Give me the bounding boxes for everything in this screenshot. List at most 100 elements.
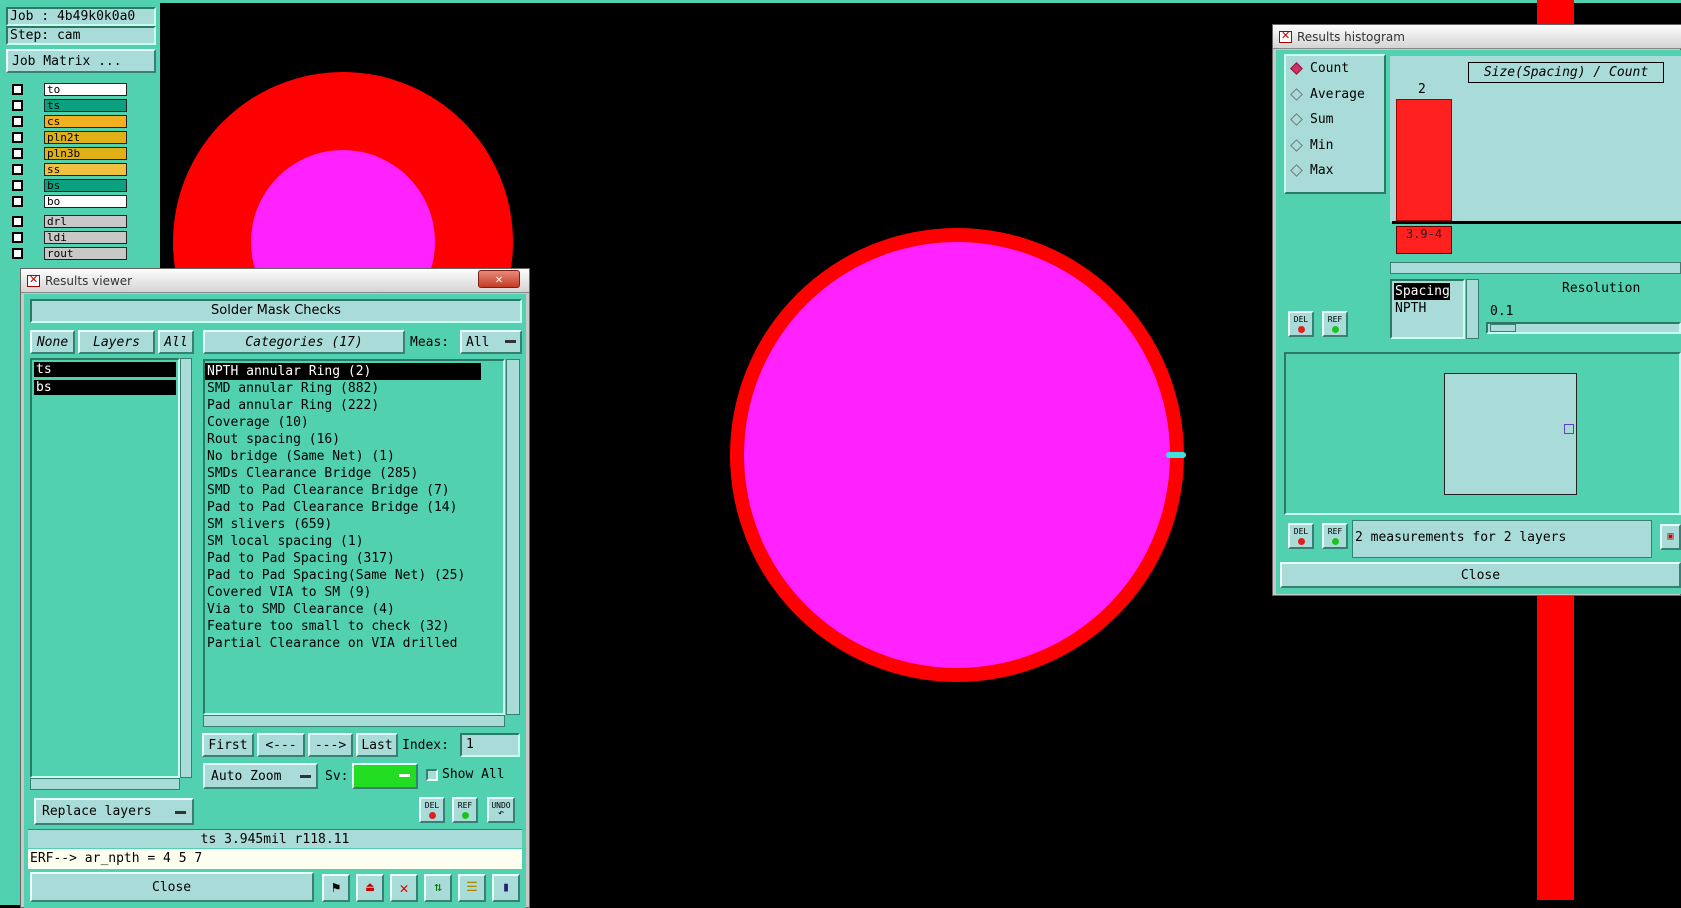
exit-icon[interactable]: ⏏ <box>356 874 384 902</box>
first-button[interactable]: First <box>202 733 254 757</box>
category-list-hscroll[interactable] <box>203 715 505 727</box>
attribute-item[interactable]: Spacing <box>1394 283 1450 300</box>
selected-layer-item[interactable]: bs <box>34 380 176 395</box>
category-item[interactable]: NPTH annular Ring (2) <box>205 363 481 380</box>
category-item[interactable]: SM slivers (659) <box>205 516 503 533</box>
layer-row-pln2t[interactable]: pln2t <box>44 131 127 144</box>
auto-zoom-dropdown[interactable]: Auto Zoom <box>203 763 318 789</box>
layer-checkbox[interactable] <box>12 148 23 159</box>
ref-button[interactable]: REF <box>452 797 478 823</box>
close-window-icon[interactable]: ✕ <box>478 270 520 288</box>
category-item[interactable]: SMD annular Ring (882) <box>205 380 503 397</box>
flag-icon[interactable]: ⚑ <box>322 874 350 902</box>
layer-checkbox[interactable] <box>12 196 23 207</box>
layer-row-rout[interactable]: rout <box>44 247 127 260</box>
job-matrix-button[interactable]: Job Matrix ... <box>6 49 156 73</box>
layer-row-ss[interactable]: ss <box>44 163 127 176</box>
layer-checkbox[interactable] <box>12 216 23 227</box>
category-item[interactable]: Pad to Pad Spacing (317) <box>205 550 503 567</box>
layer-checkbox[interactable] <box>12 232 23 243</box>
mode-radio-average[interactable]: Average <box>1290 87 1365 102</box>
layer-checkbox[interactable] <box>12 100 23 111</box>
mode-radio-max[interactable]: Max <box>1290 163 1333 178</box>
mode-label: Min <box>1310 137 1334 153</box>
layer-list-vscroll[interactable] <box>180 358 192 778</box>
resolution-slider[interactable] <box>1486 322 1681 334</box>
histogram-close-button[interactable]: Close <box>1280 562 1681 588</box>
layer-row-drl[interactable]: drl <box>44 215 127 228</box>
none-button[interactable]: None <box>30 330 75 354</box>
layer-row-bo[interactable]: bo <box>44 195 127 208</box>
category-item[interactable]: SMD to Pad Clearance Bridge (7) <box>205 482 503 499</box>
layer-checkbox[interactable] <box>12 180 23 191</box>
category-item[interactable]: Pad to Pad Spacing(Same Net) (25) <box>205 567 503 584</box>
histogram-icon[interactable]: ▮ <box>492 874 520 902</box>
prev-button[interactable]: <--- <box>257 733 305 757</box>
bar-category-label[interactable]: 3.9-4 <box>1396 226 1452 254</box>
layer-checkbox[interactable] <box>12 132 23 143</box>
hist-del-button-2[interactable]: DEL <box>1288 523 1314 549</box>
category-item[interactable]: Pad to Pad Clearance Bridge (14) <box>205 499 503 516</box>
slider-thumb[interactable] <box>1490 324 1516 332</box>
last-button[interactable]: Last <box>356 733 398 757</box>
hist-ref-button-2[interactable]: REF <box>1322 523 1348 549</box>
layer-checkbox[interactable] <box>12 164 23 175</box>
histogram-bar[interactable] <box>1396 99 1452 221</box>
attribute-item[interactable]: NPTH <box>1394 300 1450 317</box>
layers-button[interactable]: Layers <box>78 330 155 354</box>
layer-checkbox[interactable] <box>12 116 23 127</box>
red-dot-icon <box>1297 537 1305 545</box>
preview-box[interactable] <box>1444 373 1577 495</box>
no-grid-icon[interactable]: ✕ <box>390 874 418 902</box>
npth-pad-inner <box>744 242 1170 668</box>
chart-hscroll[interactable] <box>1390 262 1681 274</box>
category-item[interactable]: SM local spacing (1) <box>205 533 503 550</box>
mode-radio-count[interactable]: Count <box>1290 61 1349 76</box>
category-item[interactable]: Pad annular Ring (222) <box>205 397 503 414</box>
mode-radio-min[interactable]: Min <box>1290 137 1334 153</box>
layer-row-bs[interactable]: bs <box>44 179 127 192</box>
selected-layer-item[interactable]: ts <box>34 362 176 377</box>
export-icon[interactable]: ▣ <box>1660 524 1681 550</box>
status-bar: ts 3.945mil r118.11 <box>28 829 522 848</box>
show-all-checkbox[interactable] <box>426 769 438 781</box>
category-item[interactable]: Covered VIA to SM (9) <box>205 584 503 601</box>
layer-select-list[interactable] <box>30 358 180 778</box>
histogram-titlebar[interactable]: Results histogram <box>1273 25 1681 49</box>
replace-layers-dropdown[interactable]: Replace layers <box>34 798 194 825</box>
all-layers-button[interactable]: All <box>158 330 194 354</box>
undo-button[interactable]: UNDO ↶ <box>487 797 515 823</box>
layer-list-hscroll[interactable] <box>30 778 180 790</box>
meas-dropdown[interactable]: All <box>460 330 522 354</box>
layer-checkbox[interactable] <box>12 248 23 259</box>
hist-del-button[interactable]: DEL <box>1288 311 1314 337</box>
hist-ref-button[interactable]: REF <box>1322 311 1348 337</box>
category-item[interactable]: No bridge (Same Net) (1) <box>205 448 503 465</box>
category-item[interactable]: Via to SMD Clearance (4) <box>205 601 503 618</box>
category-item[interactable]: Feature too small to check (32) <box>205 618 503 635</box>
layer-row-cs[interactable]: cs <box>44 115 127 128</box>
categories-button[interactable]: Categories (17) <box>203 330 405 354</box>
sv-color-dropdown[interactable] <box>352 763 418 789</box>
layer-row-ts[interactable]: ts <box>44 99 127 112</box>
results-viewer-titlebar[interactable]: Results viewer <box>21 269 529 293</box>
layer-row-to[interactable]: to <box>44 83 127 96</box>
mode-radio-sum[interactable]: Sum <box>1290 112 1333 127</box>
del-button[interactable]: DEL <box>419 797 445 823</box>
index-input[interactable]: 1 <box>460 733 520 757</box>
category-item[interactable]: Partial Clearance on VIA drilled <box>205 635 503 652</box>
attribute-vscroll[interactable] <box>1466 279 1479 339</box>
category-list-vscroll[interactable] <box>506 359 520 715</box>
category-item[interactable]: SMDs Clearance Bridge (285) <box>205 465 503 482</box>
layer-row-pln3b[interactable]: pln3b <box>44 147 127 160</box>
sort-icon[interactable]: ⇅ <box>424 874 452 902</box>
report-icon[interactable]: ☰ <box>458 874 486 902</box>
category-item[interactable]: Rout spacing (16) <box>205 431 503 448</box>
layer-checkbox[interactable] <box>12 84 23 95</box>
category-list[interactable]: NPTH annular Ring (2) SMD annular Ring (8… <box>203 359 505 715</box>
close-button[interactable]: Close <box>30 872 314 902</box>
category-item[interactable]: Coverage (10) <box>205 414 503 431</box>
replace-layers-label: Replace layers <box>42 804 152 819</box>
layer-row-ldi[interactable]: ldi <box>44 231 127 244</box>
next-button[interactable]: ---> <box>308 733 353 757</box>
